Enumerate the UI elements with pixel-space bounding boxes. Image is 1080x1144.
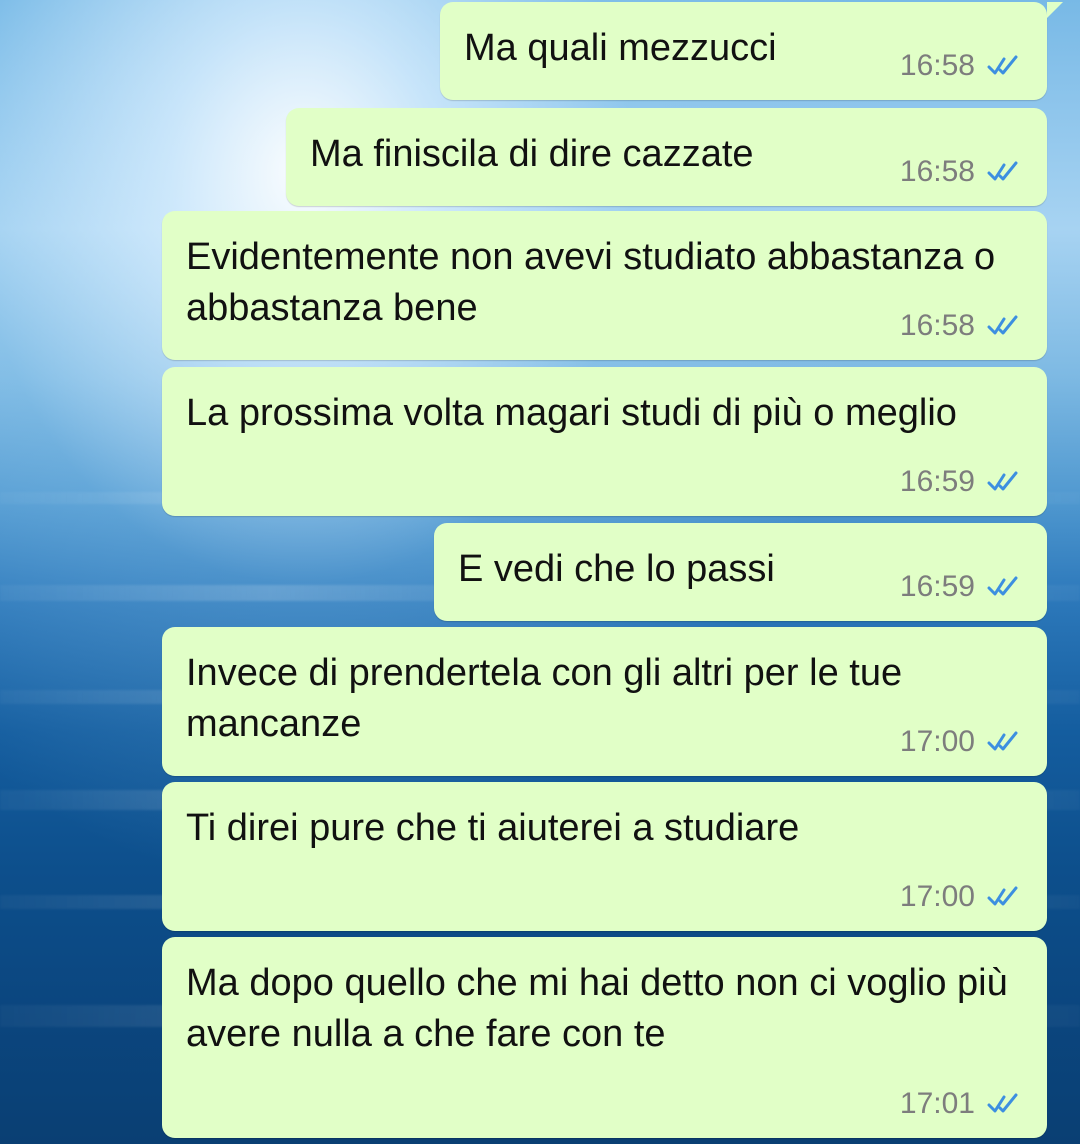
message-meta: 16:59 <box>900 572 1021 602</box>
outgoing-message-bubble[interactable]: Invece di prendertela con gli altri per … <box>162 627 1047 776</box>
message-meta: 16:58 <box>900 51 1021 81</box>
message-meta: 17:00 <box>900 727 1021 757</box>
outgoing-message-bubble[interactable]: E vedi che lo passi 16:59 <box>434 523 1047 621</box>
double-check-icon <box>987 55 1018 75</box>
double-check-icon <box>987 315 1018 335</box>
double-check-icon <box>987 1093 1018 1113</box>
outgoing-message-bubble[interactable]: Evidentemente non avevi studiato abbasta… <box>162 211 1047 360</box>
double-check-icon <box>987 576 1018 596</box>
message-text: La prossima volta magari studi di più o … <box>186 392 957 434</box>
message-time: 16:58 <box>899 49 975 82</box>
chat-screen: { "chat": { "messages": [ { "text": "Ma … <box>0 0 1080 1144</box>
message-time: 17:00 <box>899 880 975 913</box>
message-time: 17:01 <box>899 1087 975 1120</box>
outgoing-message-bubble[interactable]: La prossima volta magari studi di più o … <box>162 367 1047 516</box>
outgoing-message-bubble[interactable]: Ma finiscila di dire cazzate 16:58 <box>286 108 1047 206</box>
message-meta: 17:01 <box>900 1089 1021 1119</box>
message-meta: 16:58 <box>900 311 1021 341</box>
message-time: 16:58 <box>899 309 975 342</box>
double-check-icon <box>987 886 1018 906</box>
message-meta: 17:00 <box>900 882 1021 912</box>
message-meta: 16:58 <box>900 157 1021 187</box>
message-meta: 16:59 <box>900 467 1021 497</box>
outgoing-message-bubble[interactable]: Ma quali mezzucci 16:58 <box>440 2 1063 100</box>
double-check-icon <box>987 731 1018 751</box>
double-check-icon <box>987 161 1018 181</box>
double-check-icon <box>987 471 1018 491</box>
message-text: Evidentemente non avevi studiato abbasta… <box>186 236 996 329</box>
message-time: 16:59 <box>899 465 975 498</box>
message-text: Ti direi pure che ti aiuterei a studiare <box>186 807 800 849</box>
message-text: Ma dopo quello che mi hai detto non ci v… <box>186 962 1008 1055</box>
outgoing-message-bubble[interactable]: Ti direi pure che ti aiuterei a studiare… <box>162 782 1047 931</box>
message-text: Invece di prendertela con gli altri per … <box>186 652 903 745</box>
message-time: 16:58 <box>899 155 975 188</box>
message-time: 16:59 <box>899 570 975 603</box>
outgoing-message-bubble[interactable]: Ma dopo quello che mi hai detto non ci v… <box>162 937 1047 1138</box>
message-time: 17:00 <box>899 725 975 758</box>
